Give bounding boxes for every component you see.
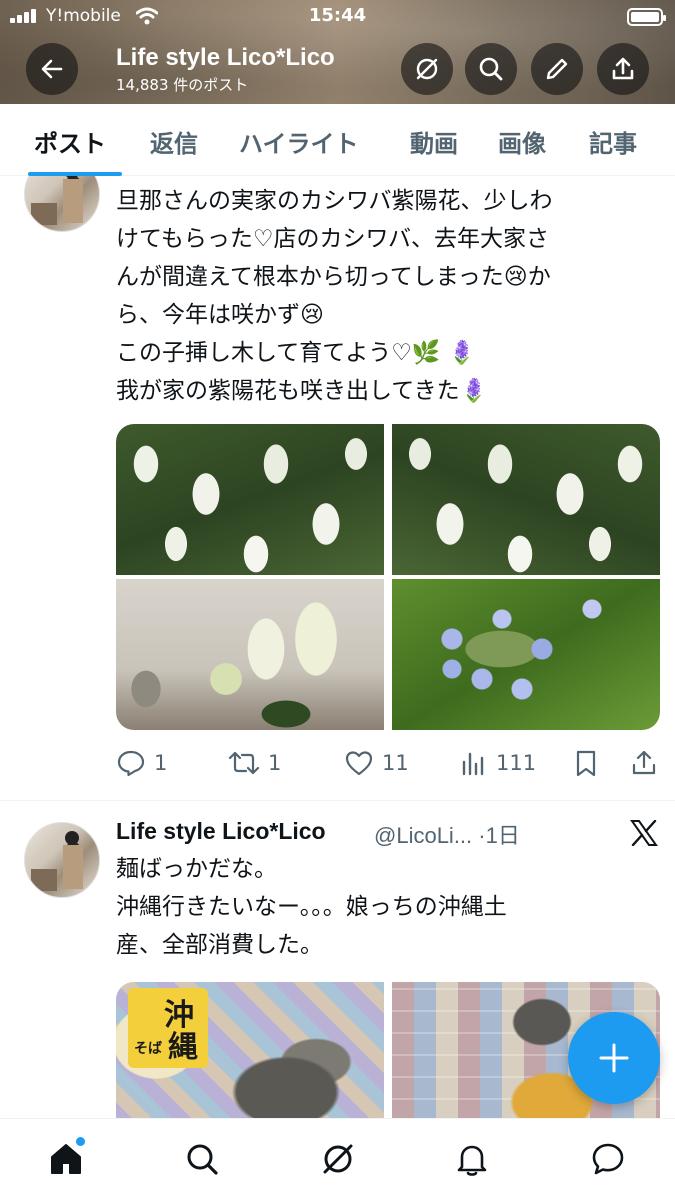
search-icon	[479, 57, 503, 81]
post-text-line: けてもらった♡店のカシワバ、去年大家さ	[116, 226, 550, 252]
repost-icon	[228, 751, 260, 775]
post-count: 14,883 件のポスト	[116, 76, 249, 94]
profile-title: Life style Lico*Lico	[116, 44, 335, 71]
label-char: そば	[134, 1041, 162, 1057]
post-divider	[0, 800, 675, 801]
post-text-line: 麺ばっかだな。	[116, 856, 277, 882]
status-bar: Y!mobile 15:44	[0, 0, 675, 34]
grok-button[interactable]	[401, 43, 453, 95]
bookmark-icon	[576, 750, 596, 777]
grok-icon	[323, 1144, 353, 1174]
chat-icon	[592, 1143, 624, 1175]
post-text-line: この子挿し木して育てよう♡🌿 🪻	[116, 340, 477, 366]
post-text-line: ら、今年は咲かず😢	[116, 302, 324, 328]
reply-icon	[117, 750, 145, 777]
post-image[interactable]: 沖 縄 そば	[116, 982, 384, 1122]
noodle-package-label: 沖 縄 そば	[128, 988, 208, 1068]
tab-videos[interactable]: 動画	[410, 124, 458, 159]
nav-messages[interactable]	[588, 1139, 628, 1179]
share-button[interactable]	[597, 43, 649, 95]
clock: 15:44	[308, 5, 367, 26]
label-char: 縄	[168, 1030, 198, 1065]
x-logo-icon	[630, 820, 658, 846]
nav-notifications[interactable]	[452, 1139, 492, 1179]
plus-icon	[599, 1043, 629, 1073]
post-time: ·1日	[478, 823, 520, 848]
post-text: 旦那さんの実家のカシワバ紫陽花、少しわ けてもらった♡店のカシワバ、去年大家さ …	[116, 182, 553, 410]
active-tab-indicator	[28, 172, 122, 176]
profile-tabs: ポスト 返信 ハイライト 動画 画像 記事	[0, 104, 675, 176]
view-count: 111	[496, 751, 537, 775]
profile-header: Y!mobile 15:44 Life style Lico*Lico 14,8…	[0, 0, 675, 104]
share-icon	[632, 750, 656, 775]
post-media-grid	[116, 424, 660, 730]
reply-button[interactable]: 1	[116, 748, 167, 778]
tab-highlights[interactable]: ハイライト	[239, 124, 359, 159]
tab-images[interactable]: 画像	[498, 124, 546, 159]
post-text-line: 沖縄行きたいなー。。。娘っちの沖縄土	[116, 894, 507, 920]
post-text-line: 産、全部消費した。	[116, 932, 323, 958]
nav-grok[interactable]	[318, 1139, 358, 1179]
tab-replies[interactable]: 返信	[150, 124, 198, 159]
compose-button[interactable]	[568, 1012, 660, 1104]
handle-text: @LicoLi...	[374, 823, 473, 848]
back-arrow-icon	[41, 59, 63, 79]
nav-search[interactable]	[182, 1139, 222, 1179]
repost-button[interactable]: 1	[228, 748, 281, 778]
post-image[interactable]	[392, 579, 660, 730]
author-handle: @LicoLi... ·1日	[374, 818, 520, 850]
bottom-navigation	[0, 1118, 675, 1200]
like-count: 11	[382, 751, 409, 775]
heart-icon	[345, 751, 373, 776]
reply-count: 1	[154, 751, 168, 775]
post-text-line: んが間違えて根本から切ってしまった😢か	[116, 264, 551, 290]
views-icon	[462, 752, 484, 776]
post-text-line: 旦那さんの実家のカシワバ紫陽花、少しわ	[116, 188, 553, 214]
search-button[interactable]	[465, 43, 517, 95]
bookmark-button[interactable]	[572, 748, 600, 778]
like-button[interactable]: 11	[344, 748, 409, 778]
avatar[interactable]	[24, 822, 100, 898]
author-name[interactable]: Life style Lico*Lico	[116, 818, 326, 845]
share-post-button[interactable]	[630, 748, 658, 778]
post-image[interactable]	[392, 424, 660, 575]
tab-posts[interactable]: ポスト	[34, 124, 106, 159]
repost-count: 1	[268, 751, 282, 775]
post-text-line: 我が家の紫陽花も咲き出してきた🪻	[116, 378, 489, 404]
views-button[interactable]: 111	[460, 748, 536, 778]
back-button[interactable]	[26, 43, 78, 95]
post-actions: 1 1 11 111	[116, 740, 662, 786]
post-image[interactable]	[116, 424, 384, 575]
notification-dot	[76, 1137, 85, 1146]
tab-articles[interactable]: 記事	[589, 124, 637, 159]
battery-icon	[627, 8, 666, 26]
edit-icon	[546, 58, 568, 80]
search-icon	[187, 1144, 218, 1175]
grok-icon	[416, 58, 438, 80]
bell-icon	[457, 1145, 487, 1176]
home-icon	[51, 1144, 81, 1174]
share-icon	[612, 57, 634, 80]
post-image[interactable]	[116, 579, 384, 730]
post-text: 麺ばっかだな。 沖縄行きたいなー。。。娘っちの沖縄土 産、全部消費した。	[116, 850, 507, 964]
edit-button[interactable]	[531, 43, 583, 95]
